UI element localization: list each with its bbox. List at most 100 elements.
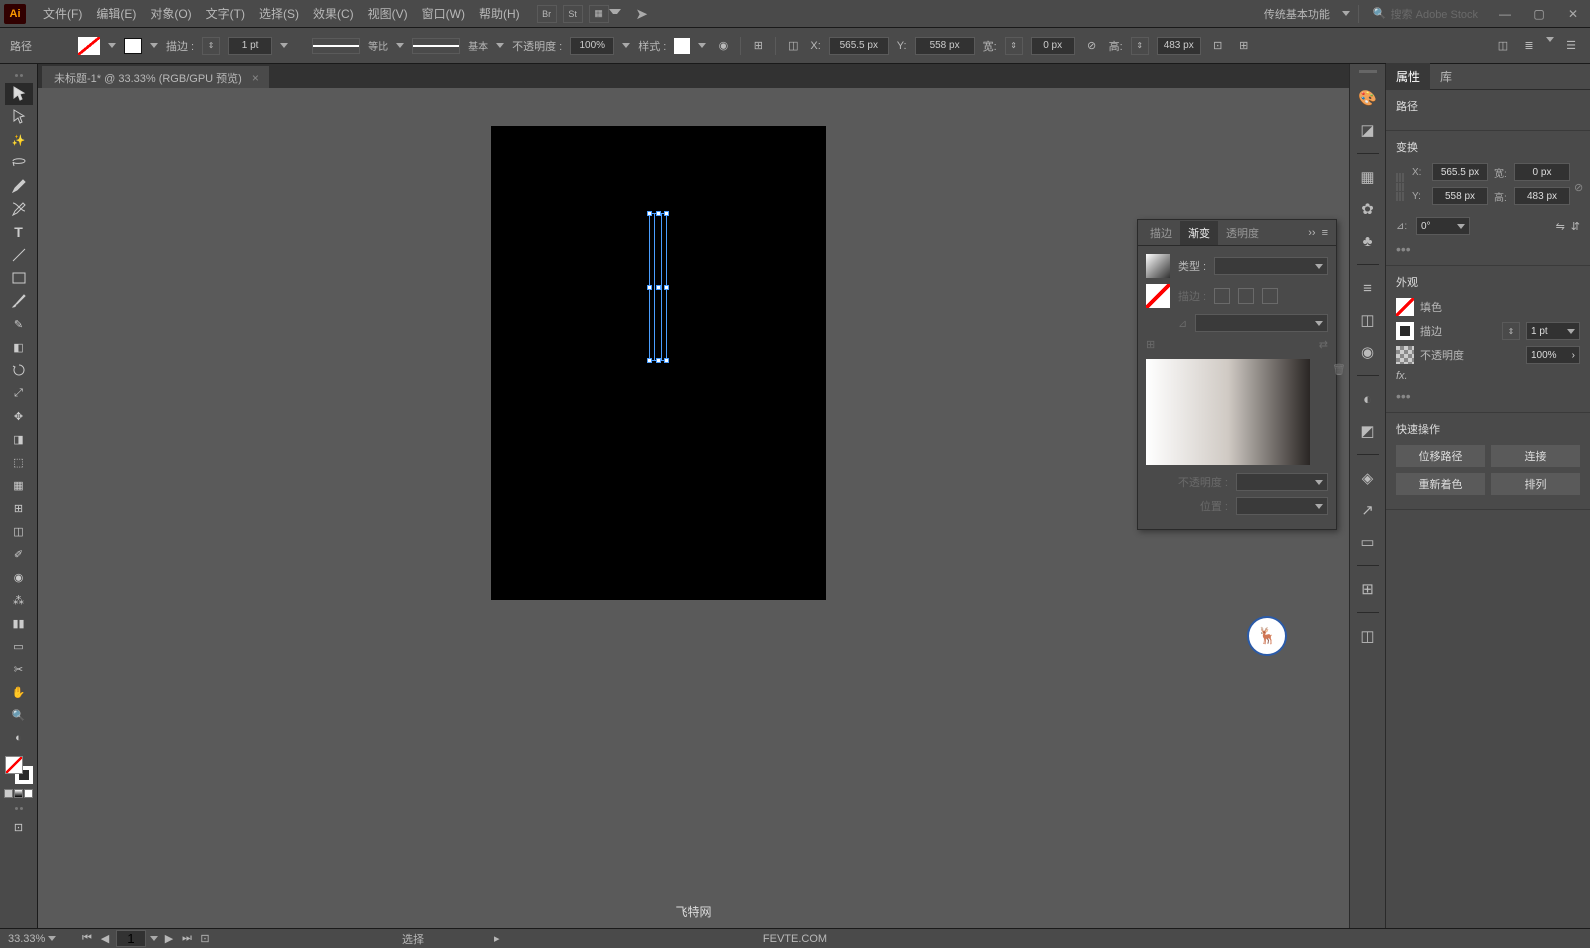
- transform-icon1[interactable]: ⊡: [1209, 37, 1227, 55]
- recolor-icon[interactable]: ◉: [714, 37, 732, 55]
- stroke-color-dropdown[interactable]: [150, 43, 158, 48]
- h-input[interactable]: [1514, 187, 1570, 205]
- edit-toolbar[interactable]: ⊡: [5, 816, 33, 838]
- flip-h-icon[interactable]: ⇋: [1556, 220, 1565, 233]
- opacity-value[interactable]: 100%›: [1526, 346, 1580, 364]
- handle-c[interactable]: [656, 285, 661, 290]
- prev-artboard[interactable]: ◀: [98, 932, 112, 945]
- transform-more[interactable]: •••: [1396, 241, 1580, 257]
- brush-def[interactable]: [412, 38, 460, 54]
- trash-icon[interactable]: 🗑: [1332, 363, 1346, 376]
- close-button[interactable]: ✕: [1560, 6, 1586, 22]
- reverse-icon[interactable]: ⇄: [1319, 338, 1328, 351]
- grad-opacity-select[interactable]: [1236, 473, 1328, 491]
- mesh-tool[interactable]: ⊞: [5, 497, 33, 519]
- slice-tool[interactable]: ✂: [5, 658, 33, 680]
- fill-swatch[interactable]: [1396, 298, 1414, 316]
- scale-tool[interactable]: ⤢: [5, 382, 33, 404]
- rectangle-tool[interactable]: [5, 267, 33, 289]
- gradient-type-select[interactable]: [1214, 257, 1328, 275]
- symbol-sprayer-tool[interactable]: ⁂: [5, 589, 33, 611]
- handle-se[interactable]: [664, 358, 669, 363]
- libraries-icon[interactable]: ⊞: [1357, 578, 1379, 600]
- angle-input[interactable]: 0°: [1416, 217, 1470, 235]
- handle-sw[interactable]: [647, 358, 652, 363]
- w-stepper[interactable]: ⇕: [1005, 37, 1023, 55]
- layers-icon[interactable]: ◈: [1357, 467, 1379, 489]
- opacity-dropdown[interactable]: [622, 43, 630, 48]
- fill-dropdown[interactable]: [108, 43, 116, 48]
- gradient-panel[interactable]: 描边 渐变 透明度 ››≡ 类型 : 描边 :: [1137, 219, 1337, 530]
- perspective-tool[interactable]: ▦: [5, 474, 33, 496]
- fill-color[interactable]: [5, 756, 23, 774]
- color-control[interactable]: [5, 756, 33, 784]
- opacity-swatch[interactable]: [1396, 346, 1414, 364]
- stroke-type-1[interactable]: [1214, 288, 1230, 304]
- stroke-stepper[interactable]: ⇕: [202, 37, 220, 55]
- asset-export-icon[interactable]: ↗: [1357, 499, 1379, 521]
- tab-properties[interactable]: 属性: [1386, 63, 1430, 90]
- magic-wand-tool[interactable]: ✨: [5, 129, 33, 151]
- recolor-button[interactable]: 重新着色: [1396, 473, 1485, 495]
- join-button[interactable]: 连接: [1491, 445, 1580, 467]
- gradient-panel-icon[interactable]: ◫: [1357, 309, 1379, 331]
- workspace-dropdown[interactable]: [1342, 11, 1350, 16]
- rotate-tool[interactable]: [5, 359, 33, 381]
- more-panels-icon[interactable]: ◫: [1357, 625, 1379, 647]
- stroke-panel-icon[interactable]: ≡: [1357, 277, 1379, 299]
- styles-icon[interactable]: ◩: [1357, 420, 1379, 442]
- free-transform-tool[interactable]: ◨: [5, 428, 33, 450]
- stroke-swatch[interactable]: [124, 38, 142, 54]
- selection-box[interactable]: [649, 213, 667, 361]
- handle-e[interactable]: [664, 285, 669, 290]
- zoom-level[interactable]: 33.33%: [8, 933, 70, 945]
- tab-stroke[interactable]: 描边: [1142, 221, 1180, 245]
- arrange-button[interactable]: 排列: [1491, 473, 1580, 495]
- menu-help[interactable]: 帮助(H): [472, 1, 527, 26]
- arrange-docs-icon[interactable]: ▦: [589, 5, 609, 23]
- stroke-type-2[interactable]: [1238, 288, 1254, 304]
- eyedropper-tool[interactable]: ✐: [5, 543, 33, 565]
- menu-edit[interactable]: 编辑(E): [89, 1, 143, 26]
- h-stepper[interactable]: ⇕: [1131, 37, 1149, 55]
- eraser-tool[interactable]: ◧: [5, 336, 33, 358]
- transform-icon2[interactable]: ⊞: [1235, 37, 1253, 55]
- menu-select[interactable]: 选择(S): [252, 1, 306, 26]
- stroke-weight[interactable]: 1 pt: [1526, 322, 1580, 340]
- handle-n[interactable]: [656, 211, 661, 216]
- gradient-mode[interactable]: [14, 789, 23, 798]
- artboard-tool[interactable]: ▭: [5, 635, 33, 657]
- color-guide-icon[interactable]: ◪: [1357, 119, 1379, 141]
- color-mode[interactable]: [4, 789, 13, 798]
- gradient-swatch[interactable]: [1146, 254, 1170, 278]
- isolate-icon[interactable]: ◫: [1494, 37, 1512, 55]
- offset-path-button[interactable]: 位移路径: [1396, 445, 1485, 467]
- reference-point[interactable]: [1396, 173, 1404, 201]
- status-more[interactable]: ▸: [494, 932, 500, 945]
- artboard-number[interactable]: [116, 930, 146, 947]
- fill-swatch[interactable]: [78, 37, 100, 55]
- panel-collapse-icon[interactable]: ››: [1308, 227, 1315, 239]
- pen-tool[interactable]: [5, 175, 33, 197]
- handle-s[interactable]: [656, 358, 661, 363]
- stroke-weight-input[interactable]: [228, 37, 272, 55]
- stock-icon[interactable]: St: [563, 5, 583, 23]
- gradient-none[interactable]: [1146, 284, 1170, 308]
- appearance-more[interactable]: •••: [1396, 388, 1580, 404]
- curvature-tool[interactable]: [5, 198, 33, 220]
- bridge-icon[interactable]: Br: [537, 5, 557, 23]
- menu-object[interactable]: 对象(O): [143, 1, 198, 26]
- artboard-nav-icon[interactable]: ⊡: [198, 932, 212, 945]
- fx-button[interactable]: fx.: [1396, 370, 1408, 382]
- menu-file[interactable]: 文件(F): [36, 1, 89, 26]
- aspect-icon[interactable]: ⊞: [1146, 338, 1155, 351]
- paintbrush-tool[interactable]: [5, 290, 33, 312]
- blend-tool[interactable]: ◉: [5, 566, 33, 588]
- stroke-swatch[interactable]: [1396, 322, 1414, 340]
- tab-gradient[interactable]: 渐变: [1180, 221, 1218, 245]
- width-profile[interactable]: [312, 38, 360, 54]
- x-input[interactable]: [829, 37, 889, 55]
- workspace-switcher[interactable]: 传统基本功能: [1260, 6, 1334, 22]
- none-mode[interactable]: [24, 789, 33, 798]
- graph-tool[interactable]: ▮▮: [5, 612, 33, 634]
